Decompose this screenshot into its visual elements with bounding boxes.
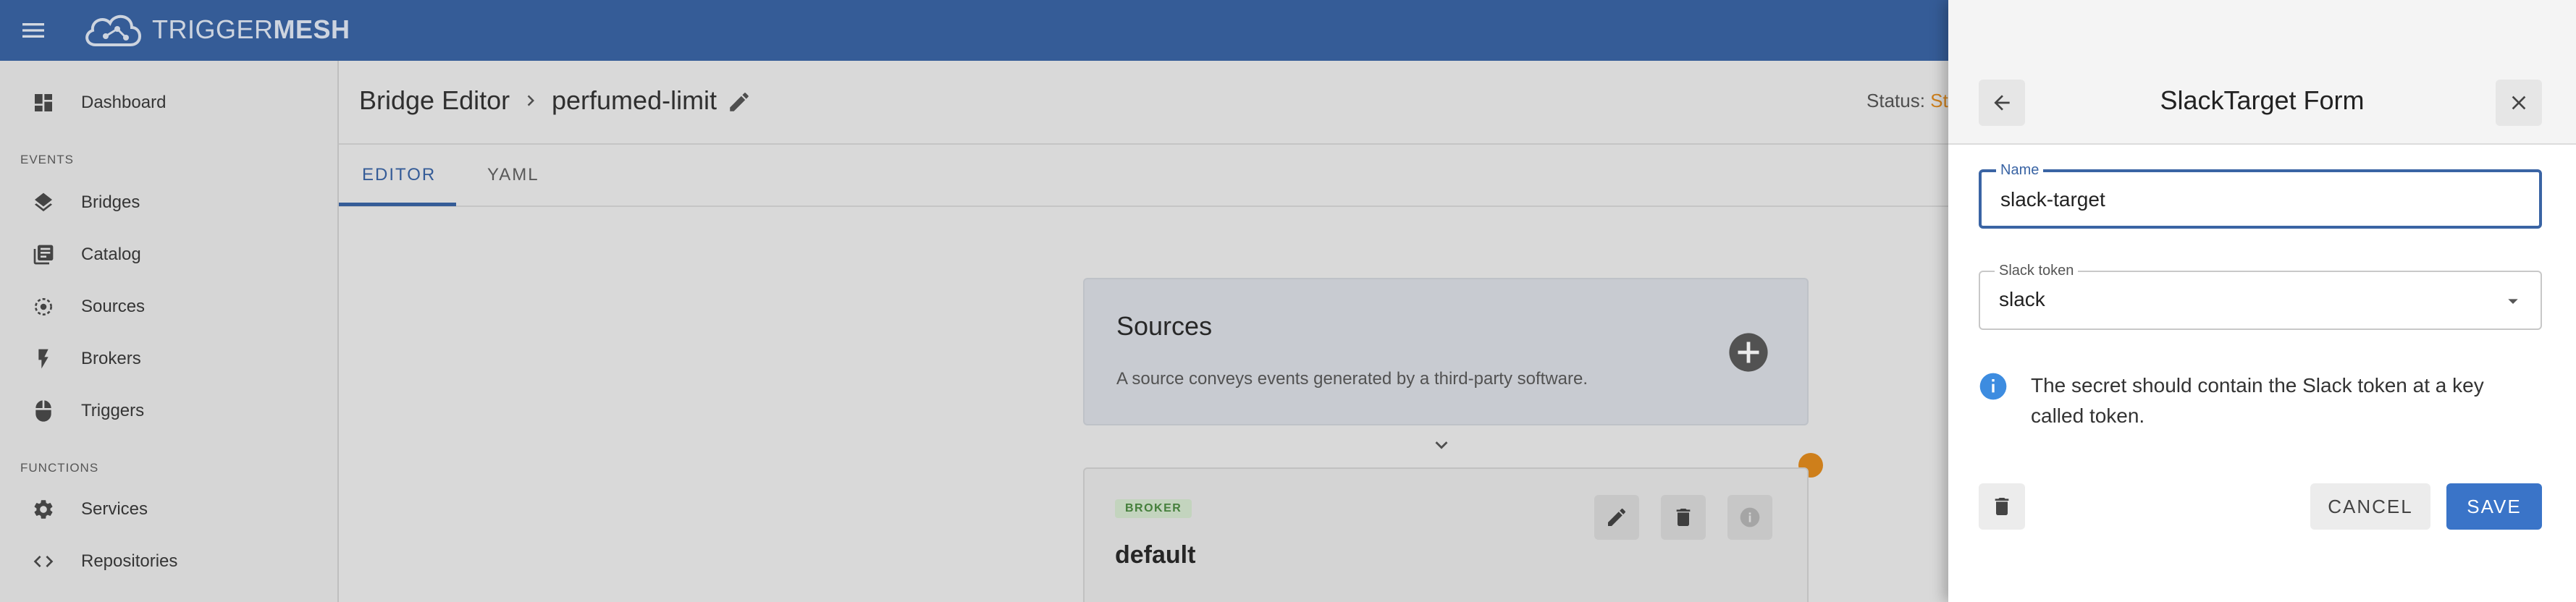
name-field[interactable]: Name slack-target (1979, 162, 2542, 229)
close-icon (2512, 96, 2526, 110)
slacktarget-drawer: SlackTarget Form Name slack-target Slack… (1948, 0, 2576, 602)
name-field-value[interactable]: slack-target (2000, 188, 2105, 211)
info-icon (1979, 373, 2007, 400)
info-message: The secret should contain the Slack toke… (2031, 374, 2484, 427)
delete-button[interactable] (1979, 483, 2025, 530)
drawer-header: SlackTarget Form (1948, 0, 2576, 145)
slack-token-label: Slack token (1995, 263, 2079, 279)
slack-token-select[interactable]: Slack token slack (1979, 263, 2542, 330)
close-button[interactable] (2496, 80, 2542, 126)
save-button[interactable]: SAVE (2446, 483, 2542, 530)
modal-scrim[interactable] (0, 0, 1948, 602)
slack-token-value[interactable]: slack (1999, 288, 2045, 311)
dropdown-arrow-icon[interactable] (2501, 289, 2525, 313)
cancel-button[interactable]: CANCEL (2310, 483, 2430, 530)
name-field-label: Name (1996, 162, 2044, 179)
drawer-title: SlackTarget Form (2160, 85, 2365, 115)
trash-icon (1995, 498, 2009, 515)
